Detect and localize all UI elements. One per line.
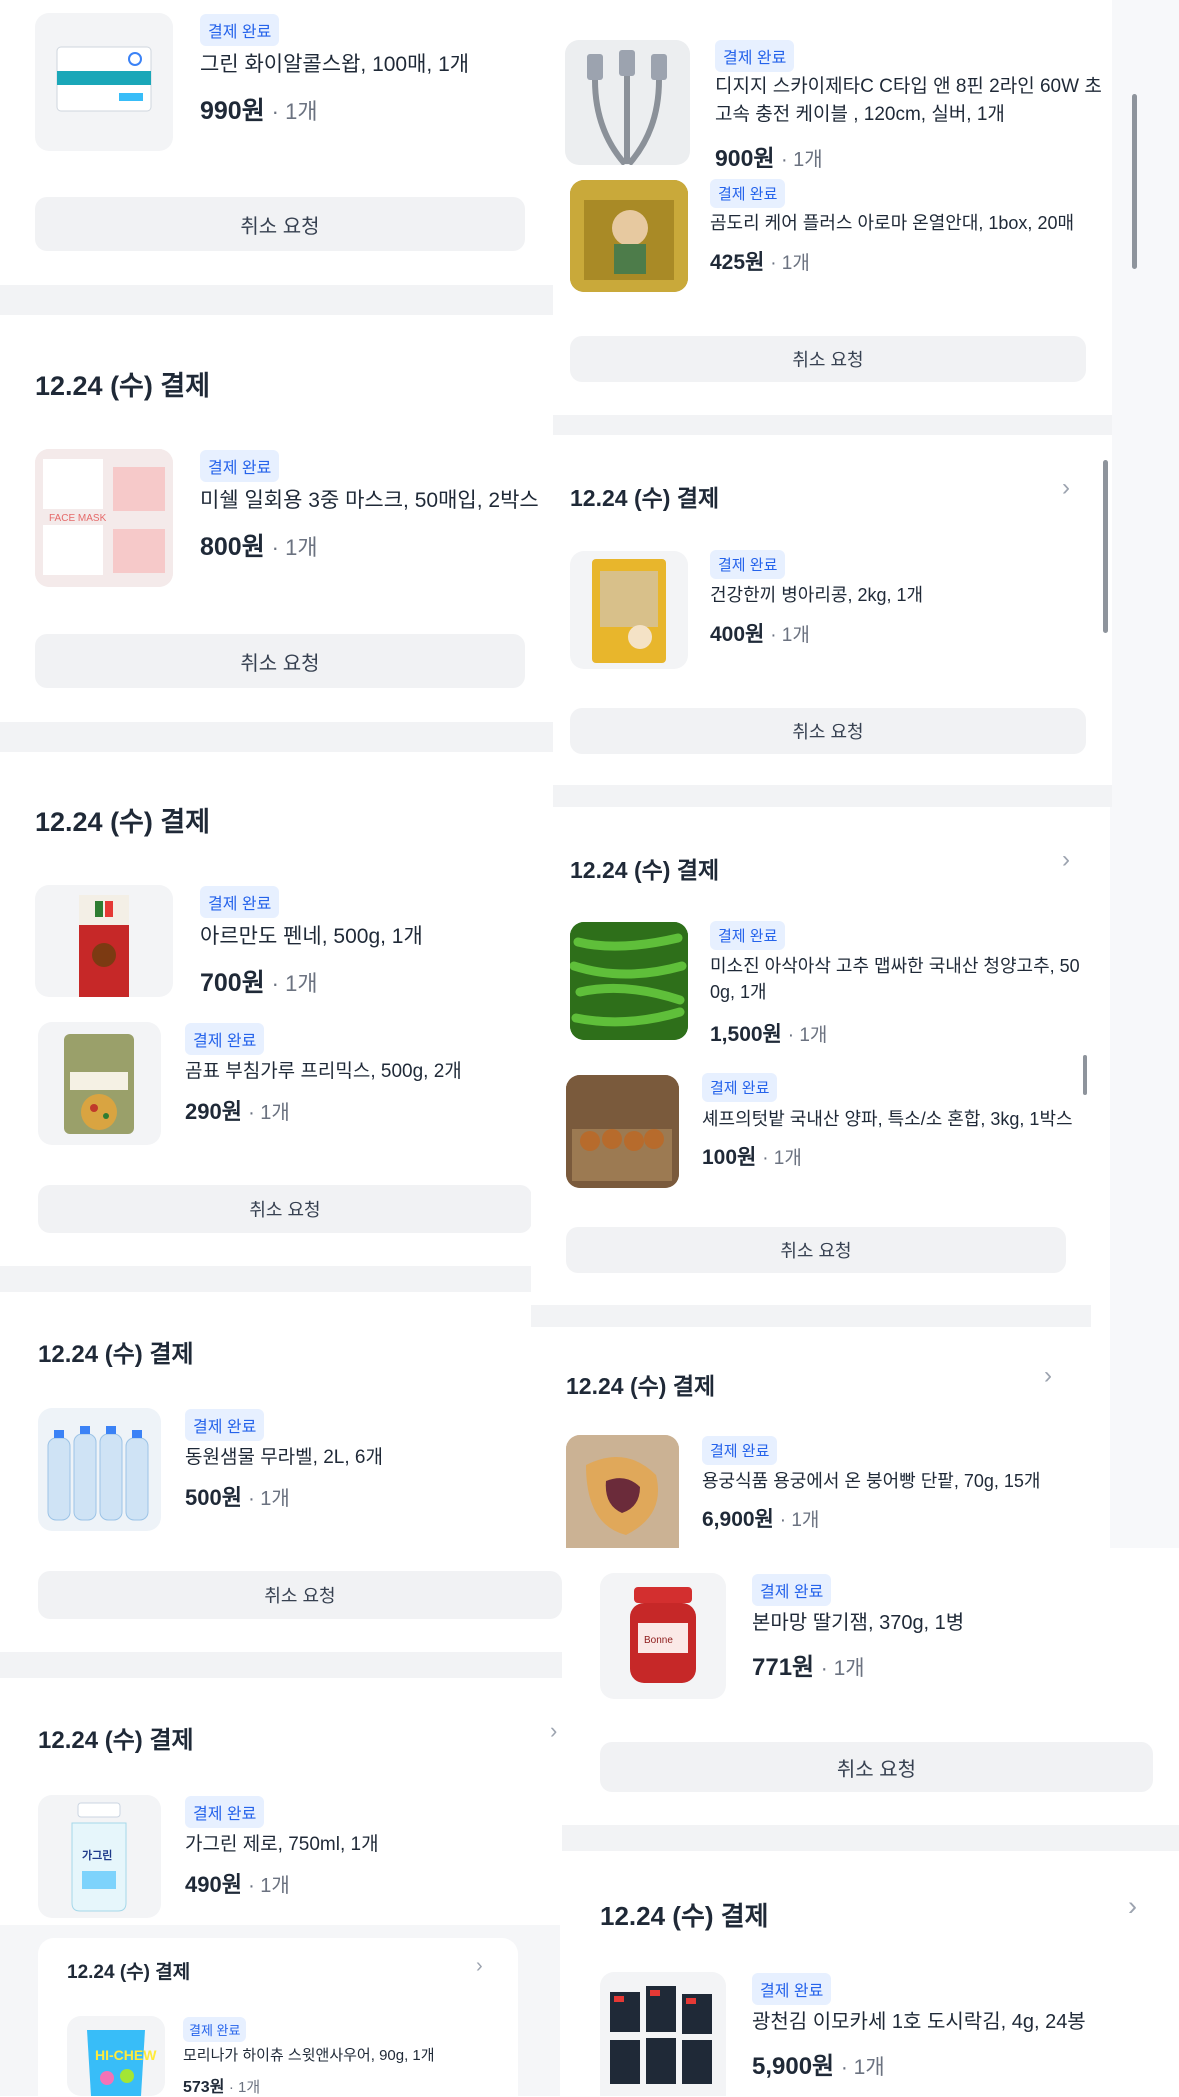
- product-price: 573원 · 1개: [183, 2079, 261, 2096]
- product-name: 가그린 제로, 750ml, 1개: [185, 1834, 379, 1855]
- product-image[interactable]: 가그린: [38, 1795, 161, 1918]
- order-date-title: 12.24 (수) 결제: [570, 485, 720, 511]
- status-badge: 결제 완료: [715, 40, 795, 72]
- status-badge: 결제 완료: [200, 450, 280, 482]
- product-price: 1,500원 · 1개: [710, 1023, 828, 1046]
- status-badge: 결제 완료: [702, 1436, 778, 1465]
- status-badge: 결제 완료: [752, 1574, 832, 1606]
- status-badge: 결제 완료: [710, 550, 786, 579]
- scrollbar-thumb[interactable]: [1103, 460, 1108, 633]
- product-image[interactable]: [570, 922, 688, 1040]
- product-name: 그린 화이알콜스왑, 100매, 1개: [200, 53, 470, 76]
- product-name: 곰도리 케어 플러스 아로마 온열안대, 1box, 20매: [710, 213, 1075, 233]
- order-date-title: 12.24 (수) 결제: [35, 807, 211, 837]
- product-name: 곰표 부침가루 프리믹스, 500g, 2개: [185, 1061, 462, 1082]
- section-divider: [0, 1652, 562, 1678]
- status-badge: 결제 완료: [710, 179, 786, 208]
- order-date-title: 12.24 (수) 결제: [570, 857, 720, 883]
- cancel-request-button[interactable]: 취소 요청: [38, 1185, 532, 1233]
- product-price: 771원 · 1개: [752, 1654, 865, 1681]
- product-image[interactable]: [38, 1408, 161, 1531]
- order-date-title: 12.24 (수) 결제: [35, 371, 211, 401]
- product-name: 미소진 아삭아삭 고추 맵싸한 국내산 청양고추, 500g, 1개: [710, 956, 1080, 1003]
- order-date-title: 12.24 (수) 결제: [38, 1341, 194, 1368]
- product-name: 모리나가 하이츄 스윗앤사우어, 90g, 1개: [183, 2047, 435, 2064]
- cancel-request-button[interactable]: 취소 요청: [600, 1742, 1153, 1792]
- product-image[interactable]: [38, 1022, 161, 1145]
- product-name: 건강한끼 병아리콩, 2kg, 1개: [710, 585, 924, 605]
- status-badge: 결제 완료: [185, 1409, 265, 1441]
- scrollbar-thumb[interactable]: [1132, 94, 1137, 269]
- cancel-request-button[interactable]: 취소 요청: [570, 708, 1086, 754]
- status-badge: 결제 완료: [183, 2017, 247, 2042]
- product-name: 디지지 스카이제타C C타입 앤 8핀 2라인 60W 초고속 충전 케이블 ,…: [715, 76, 1102, 125]
- cancel-request-button[interactable]: 취소 요청: [38, 1571, 562, 1619]
- svg-text:Bonne: Bonne: [644, 1635, 673, 1646]
- order-date-title: 12.24 (수) 결제: [600, 1901, 769, 1931]
- product-name: 아르만도 펜네, 500g, 1개: [200, 925, 423, 948]
- product-name: 본마망 딸기잼, 370g, 1병: [752, 1612, 965, 1634]
- product-image[interactable]: [570, 180, 688, 292]
- product-price: 400원 · 1개: [710, 623, 810, 646]
- order-date-title: 12.24 (수) 결제: [67, 1962, 191, 1983]
- product-image[interactable]: Bonne: [600, 1573, 726, 1699]
- status-badge: 결제 완료: [752, 1973, 832, 2005]
- status-badge: 결제 완료: [702, 1073, 778, 1102]
- product-price: 990원 · 1개: [200, 97, 318, 125]
- section-divider: [553, 415, 1112, 435]
- status-badge: 결제 완료: [710, 921, 786, 950]
- status-badge: 결제 완료: [185, 1023, 265, 1055]
- svg-text:FACE MASK: FACE MASK: [49, 513, 107, 524]
- chevron-right-icon[interactable]: ›: [550, 1718, 557, 1744]
- product-image[interactable]: [35, 885, 173, 997]
- svg-text:HI-CHEW: HI-CHEW: [95, 2047, 157, 2063]
- cancel-request-button[interactable]: 취소 요청: [35, 197, 525, 251]
- status-badge: 결제 완료: [200, 886, 280, 918]
- chevron-right-icon[interactable]: ›: [1062, 474, 1070, 502]
- product-price: 490원 · 1개: [185, 1872, 290, 1897]
- right-gutter: [1110, 0, 1179, 1548]
- product-name: 미쉘 일회용 3중 마스크, 50매입, 2박스: [200, 489, 539, 512]
- svg-text:가그린: 가그린: [82, 1848, 112, 1862]
- chevron-right-icon[interactable]: ›: [1128, 1891, 1137, 1922]
- cancel-request-button[interactable]: 취소 요청: [570, 336, 1086, 382]
- product-image[interactable]: FACE MASK: [35, 449, 173, 587]
- order-date-title: 12.24 (수) 결제: [38, 1727, 194, 1754]
- product-image[interactable]: HI-CHEW: [67, 2016, 165, 2096]
- product-price: 425원 · 1개: [710, 251, 810, 274]
- cancel-request-button[interactable]: 취소 요청: [35, 634, 525, 688]
- status-badge: 결제 완료: [200, 14, 280, 46]
- product-name: 셰프의텃밭 국내산 양파, 특소/소 혼합, 3kg, 1박스: [702, 1109, 1073, 1129]
- product-name: 동원샘물 무라벨, 2L, 6개: [185, 1447, 383, 1468]
- section-divider: [0, 285, 555, 315]
- chevron-right-icon[interactable]: ›: [476, 1955, 483, 1978]
- product-price: 900원 · 1개: [715, 145, 823, 171]
- scrollbar-thumb[interactable]: [1083, 1055, 1087, 1095]
- product-image[interactable]: [35, 13, 173, 151]
- product-price: 700원 · 1개: [200, 969, 318, 997]
- product-image[interactable]: [570, 551, 688, 669]
- product-price: 800원 · 1개: [200, 533, 318, 561]
- section-divider: [0, 1266, 532, 1292]
- status-badge: 결제 완료: [185, 1796, 265, 1828]
- product-image[interactable]: [600, 1972, 726, 2096]
- section-divider: [562, 1825, 1179, 1851]
- order-date-title: 12.24 (수) 결제: [566, 1373, 716, 1399]
- chevron-right-icon[interactable]: ›: [1062, 846, 1070, 874]
- section-divider: [531, 1305, 1091, 1327]
- chevron-right-icon[interactable]: ›: [1044, 1362, 1052, 1390]
- product-image[interactable]: [566, 1435, 679, 1548]
- product-price: 100원 · 1개: [702, 1146, 802, 1169]
- cancel-request-button[interactable]: 취소 요청: [566, 1227, 1066, 1273]
- section-divider: [0, 722, 555, 752]
- product-image[interactable]: [565, 40, 690, 165]
- product-name: 용궁식품 용궁에서 온 붕어빵 단팥, 70g, 15개: [702, 1471, 1041, 1491]
- section-divider: [553, 785, 1112, 807]
- product-name: 광천김 이모카세 1호 도시락김, 4g, 24봉: [752, 2011, 1086, 2033]
- product-price: 500원 · 1개: [185, 1485, 290, 1510]
- product-image[interactable]: [566, 1075, 679, 1188]
- product-price: 290원 · 1개: [185, 1099, 290, 1124]
- product-price: 6,900원 · 1개: [702, 1508, 820, 1531]
- product-price: 5,900원 · 1개: [752, 2053, 885, 2080]
